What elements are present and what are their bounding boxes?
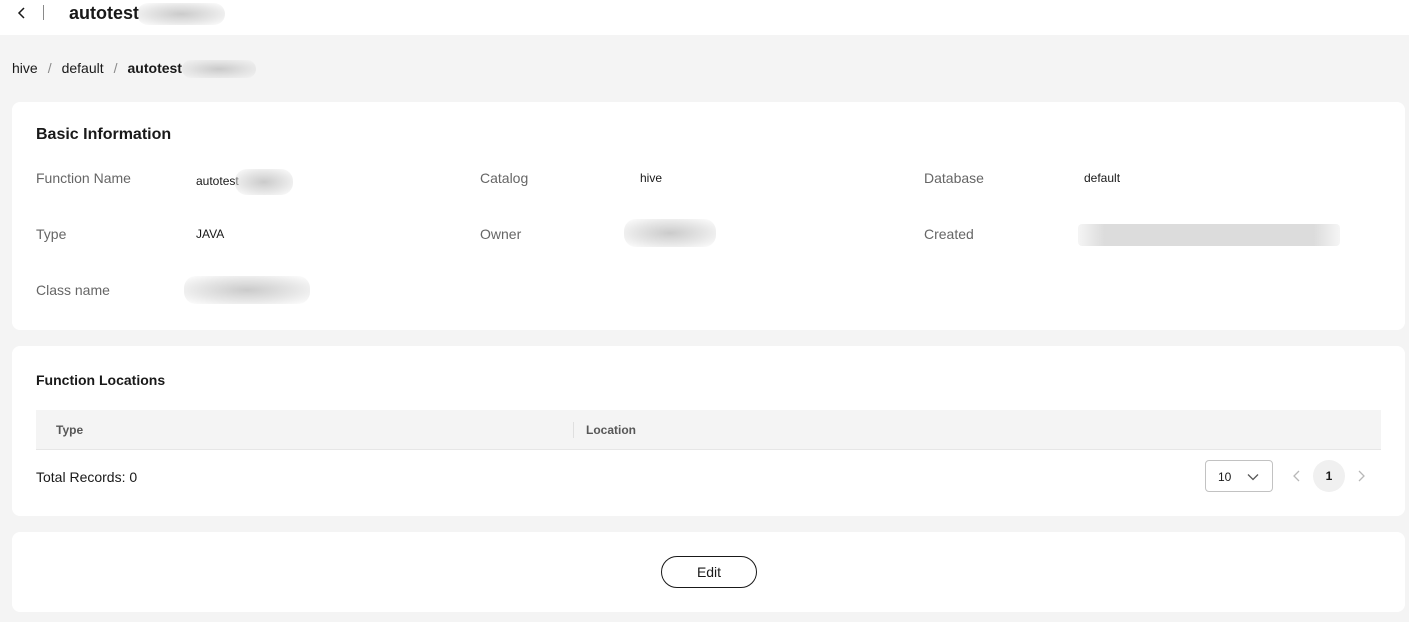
function-locations-card: Function Locations Type Location Total R… xyxy=(12,346,1405,516)
breadcrumb-item-default[interactable]: default xyxy=(62,60,104,76)
type-value: JAVA xyxy=(196,227,225,241)
actions-card: Edit xyxy=(12,532,1405,612)
chevron-left-icon xyxy=(1293,470,1300,482)
redacted-breadcrumb-suffix xyxy=(181,60,256,79)
basic-information-card: Basic Information Function Name autotest… xyxy=(12,102,1405,330)
chevron-down-icon xyxy=(1247,474,1259,481)
next-page-button[interactable] xyxy=(1353,466,1369,486)
redacted-title-suffix xyxy=(137,3,226,26)
created-label: Created xyxy=(924,226,974,242)
redacted-class-name xyxy=(184,276,310,304)
column-header-location[interactable]: Location xyxy=(586,422,636,438)
page-size-select[interactable]: 10 xyxy=(1205,460,1273,492)
redacted-owner xyxy=(624,219,716,247)
edit-button[interactable]: Edit xyxy=(661,556,757,588)
catalog-label: Catalog xyxy=(480,170,529,186)
function-name-value: autotest xyxy=(196,169,293,195)
owner-label: Owner xyxy=(480,226,522,242)
page-number-current[interactable]: 1 xyxy=(1313,460,1345,492)
page-title: autotest xyxy=(69,1,226,26)
database-label: Database xyxy=(924,170,984,186)
column-divider xyxy=(573,422,574,438)
function-name-text: autotest xyxy=(196,174,239,189)
breadcrumb-separator: / xyxy=(47,60,52,76)
class-name-label: Class name xyxy=(36,282,110,298)
breadcrumb-item-hive[interactable]: hive xyxy=(12,60,38,76)
page-title-text: autotest xyxy=(69,3,140,23)
breadcrumb-separator: / xyxy=(113,60,118,76)
chevron-left-icon xyxy=(17,7,25,19)
function-locations-title: Function Locations xyxy=(36,372,166,388)
total-records: Total Records: 0 xyxy=(36,469,138,485)
back-button[interactable] xyxy=(12,2,32,24)
type-label: Type xyxy=(36,226,67,242)
redacted-created xyxy=(1078,224,1340,246)
function-name-label: Function Name xyxy=(36,170,131,186)
previous-page-button[interactable] xyxy=(1289,466,1305,486)
created-value xyxy=(1078,224,1340,251)
table-header: Type Location xyxy=(36,410,1381,450)
redacted-function-name xyxy=(234,169,293,195)
owner-value xyxy=(624,219,716,247)
basic-information-title: Basic Information xyxy=(36,126,172,143)
header-divider xyxy=(43,5,44,20)
catalog-value: hive xyxy=(640,171,663,185)
database-value: default xyxy=(1084,171,1121,185)
breadcrumb: hive / default / autotest xyxy=(12,59,256,79)
breadcrumb-current: autotest xyxy=(127,60,256,79)
page-size-value: 10 xyxy=(1218,470,1232,484)
chevron-right-icon xyxy=(1358,470,1365,482)
top-bar: autotest xyxy=(0,0,1409,35)
class-name-value xyxy=(184,276,310,304)
column-header-type[interactable]: Type xyxy=(56,422,83,438)
breadcrumb-current-text: autotest xyxy=(127,60,182,76)
